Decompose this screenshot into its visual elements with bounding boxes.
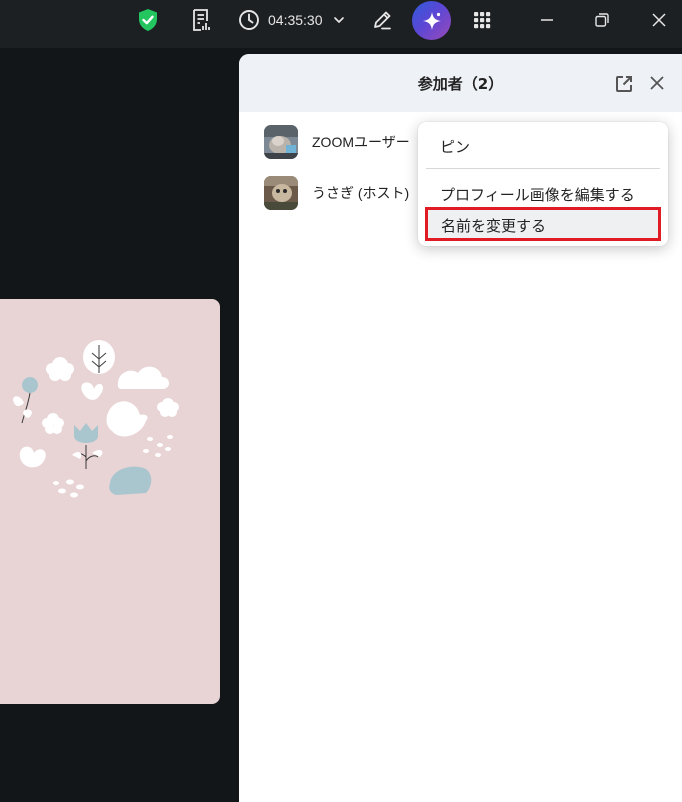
menu-item-edit-profile-picture[interactable]: プロフィール画像を編集する (440, 184, 668, 205)
participant-context-menu: ピン プロフィール画像を編集する 名前を変更する (418, 122, 668, 246)
participant-row[interactable]: うさぎ (ホスト) (264, 176, 409, 210)
panel-header: 参加者（2） (239, 54, 682, 112)
close-icon[interactable] (649, 0, 669, 40)
menu-divider (426, 168, 660, 169)
participant-row[interactable]: ZOOMユーザー (264, 125, 410, 159)
top-toolbar: 04:35:30 (0, 0, 682, 48)
menu-item-rename-label: 名前を変更する (441, 218, 547, 235)
avatar (264, 125, 298, 159)
menu-item-rename[interactable]: 名前を変更する (425, 207, 661, 241)
meeting-timer: 04:35:30 (268, 12, 323, 28)
video-tile[interactable] (0, 299, 220, 704)
panel-close-icon[interactable] (648, 74, 666, 96)
participant-name: ZOOMユーザー (312, 134, 410, 150)
chevron-down-icon[interactable] (331, 0, 347, 40)
ai-sparkle-icon (422, 11, 441, 30)
participant-name: うさぎ (ホスト) (312, 185, 410, 201)
minimize-icon[interactable] (537, 0, 557, 40)
clock-icon[interactable] (236, 0, 262, 40)
floral-illustration (13, 340, 179, 498)
apps-grid-icon[interactable] (470, 0, 494, 40)
pencil-icon[interactable] (370, 0, 394, 40)
shield-check-icon[interactable] (135, 0, 161, 40)
popout-icon[interactable] (614, 74, 634, 98)
menu-item-pin[interactable]: ピン (440, 136, 668, 157)
restore-icon[interactable] (592, 0, 612, 40)
transcript-icon[interactable] (188, 0, 214, 40)
ai-companion-button[interactable] (412, 1, 451, 40)
avatar (264, 176, 298, 210)
